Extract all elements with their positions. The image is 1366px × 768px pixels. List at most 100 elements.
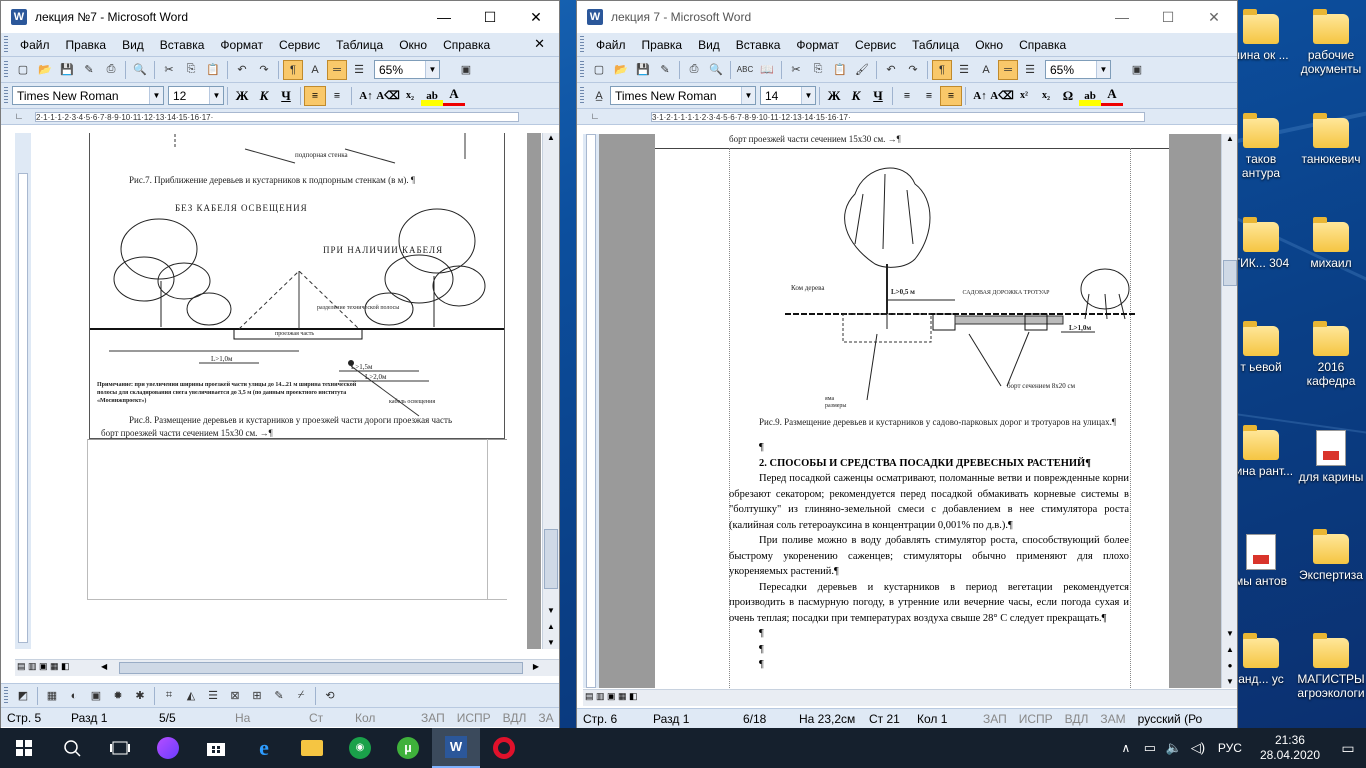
- next-page-icon[interactable]: ▼: [543, 638, 559, 647]
- image-icon[interactable]: ▣: [86, 686, 106, 706]
- file-explorer-icon[interactable]: [288, 728, 336, 768]
- crop-icon[interactable]: ⌗: [159, 686, 179, 706]
- network-icon[interactable]: ▭: [1138, 728, 1162, 768]
- font-color-icon[interactable]: A: [976, 60, 996, 80]
- align-center-icon[interactable]: ≡: [326, 86, 348, 106]
- left-horizontal-ruler[interactable]: ∟ 2·1·1·1·2·3·4·5·6·7·8·9·10·11·12·13·14…: [1, 109, 559, 125]
- word-taskbar-icon[interactable]: W: [432, 728, 480, 768]
- scroll-right-icon[interactable]: ▶: [533, 662, 539, 671]
- scroll-up-icon[interactable]: ▲: [543, 133, 559, 149]
- menu-window[interactable]: Окно: [391, 38, 435, 52]
- desktop-icon-2[interactable]: рабочие документы: [1296, 9, 1366, 76]
- scroll-thumb[interactable]: [1223, 260, 1237, 286]
- desktop-icon-4[interactable]: танюкевич: [1296, 113, 1366, 166]
- reading-mode-icon[interactable]: ▣: [1127, 60, 1147, 80]
- maximize-button[interactable]: ☐: [1145, 1, 1191, 33]
- horizontal-scroll-thumb[interactable]: [119, 662, 523, 674]
- left-title-bar[interactable]: W лекция №7 - Microsoft Word — ☐ ✕: [1, 1, 559, 33]
- right-horizontal-ruler[interactable]: ∟ 3·1·2·1·1·1·1·2·3·4·5·6·7·8·9·10·11·12…: [577, 109, 1237, 125]
- paste-icon[interactable]: 📋: [830, 60, 850, 80]
- redo-icon[interactable]: ↷: [254, 60, 274, 80]
- view-mode-icons[interactable]: ▤ ▥ ▣ ▦ ◧: [17, 661, 70, 672]
- minimize-button[interactable]: —: [1099, 1, 1145, 33]
- status-trk[interactable]: ИСПР: [451, 711, 497, 725]
- tab-stop-icon[interactable]: ∟: [588, 109, 602, 123]
- font-name-combo[interactable]: Times New Roman ▼: [610, 86, 756, 105]
- styles-icon[interactable]: A̲: [589, 86, 609, 106]
- menu-help[interactable]: Справка: [1011, 38, 1074, 52]
- permission-icon[interactable]: ✎: [79, 60, 99, 80]
- right-title-bar[interactable]: W лекция 7 - Microsoft Word — ☐ ✕: [577, 1, 1237, 33]
- toolbar-grip[interactable]: [580, 35, 584, 54]
- open-folder-icon[interactable]: 📂: [35, 60, 55, 80]
- superscript-icon[interactable]: x²: [1013, 86, 1035, 106]
- task-view-icon[interactable]: [96, 728, 144, 768]
- status-ext[interactable]: ВДЛ: [1059, 712, 1095, 726]
- toolbar-grip[interactable]: [580, 60, 584, 79]
- underline-button[interactable]: Ч: [275, 86, 297, 106]
- menu-format[interactable]: Формат: [212, 38, 271, 52]
- keyboard-language[interactable]: РУС: [1210, 741, 1250, 755]
- utorrent-icon[interactable]: µ: [384, 728, 432, 768]
- right-horizontal-scrollbar[interactable]: ▤ ▥ ▣ ▦ ◧: [583, 689, 1237, 706]
- new-document-icon[interactable]: ▢: [589, 60, 609, 80]
- toolbar-grip[interactable]: [4, 686, 8, 705]
- desktop-icon-12[interactable]: Экспертиза: [1296, 529, 1366, 582]
- menu-view[interactable]: Вид: [114, 38, 152, 52]
- clear-format-icon[interactable]: A⌫: [990, 86, 1014, 106]
- copy-icon[interactable]: ⎘: [808, 60, 828, 80]
- line-spacing-icon[interactable]: ☰: [349, 60, 369, 80]
- scroll-up-icon[interactable]: ▲: [1222, 134, 1237, 150]
- left-document-area[interactable]: подпорная стенка Рис.7. Приближение дере…: [33, 133, 541, 649]
- browse-object-icon[interactable]: ●: [1222, 661, 1237, 670]
- align-left-icon[interactable]: ≡: [304, 85, 326, 106]
- new-document-icon[interactable]: ▢: [13, 60, 33, 80]
- menu-edit[interactable]: Правка: [58, 38, 115, 52]
- store-icon[interactable]: [192, 728, 240, 768]
- italic-button[interactable]: К: [845, 86, 867, 106]
- compress-icon[interactable]: ⊠: [225, 686, 245, 706]
- desktop-icon-8[interactable]: 2016 кафедра: [1296, 321, 1366, 388]
- body-text[interactable]: ¶ 2. СПОСОБЫ И СРЕДСТВА ПОСАДКИ ДРЕВЕСНЫ…: [729, 440, 1129, 673]
- menu-format[interactable]: Формат: [788, 38, 847, 52]
- highlight-icon[interactable]: ab: [1079, 85, 1101, 106]
- research-icon[interactable]: 📖: [757, 60, 777, 80]
- diagram-icon[interactable]: ◐: [64, 686, 84, 706]
- left-horizontal-scrollbar[interactable]: ▤ ▥ ▣ ▦ ◧ ◀ ▶: [15, 659, 559, 676]
- show-formatting-icon[interactable]: ¶: [283, 59, 303, 80]
- font-color-button[interactable]: A: [1101, 86, 1123, 106]
- format-painter-icon[interactable]: 🖌: [852, 60, 872, 80]
- menu-insert[interactable]: Вставка: [152, 38, 213, 52]
- close-button[interactable]: ✕: [1191, 1, 1237, 33]
- right-vertical-scrollbar[interactable]: ▲ ▼ ▲ ● ▼: [1221, 134, 1237, 688]
- chevron-up-icon[interactable]: ∧: [1114, 728, 1138, 768]
- cut-icon[interactable]: ✂: [786, 60, 806, 80]
- menu-window[interactable]: Окно: [967, 38, 1011, 52]
- undo-icon[interactable]: ↶: [881, 60, 901, 80]
- chevron-down-icon[interactable]: ▼: [425, 61, 439, 78]
- menu-view[interactable]: Вид: [690, 38, 728, 52]
- toolbar-grip[interactable]: [4, 35, 8, 54]
- chevron-down-icon[interactable]: ▼: [801, 87, 815, 104]
- menu-table[interactable]: Таблица: [328, 38, 391, 52]
- previous-page-icon[interactable]: ▲: [543, 622, 559, 631]
- spelling-icon[interactable]: ABC: [735, 60, 755, 80]
- status-ovr[interactable]: ЗАМ: [1094, 712, 1131, 726]
- desktop-icon-10[interactable]: для карины: [1296, 430, 1366, 484]
- menu-edit[interactable]: Правка: [634, 38, 691, 52]
- align-justify-icon[interactable]: ≡: [940, 85, 962, 106]
- close-button[interactable]: ✕: [513, 1, 559, 33]
- scroll-left-icon[interactable]: ◀: [101, 662, 107, 671]
- toolbar-grip[interactable]: [4, 60, 8, 79]
- left-vertical-scrollbar[interactable]: ▲ ▼ ▲ ▼: [542, 133, 559, 649]
- next-page-icon[interactable]: ▼: [1222, 677, 1237, 686]
- edge-browser-icon[interactable]: e: [240, 728, 288, 768]
- scroll-down-icon[interactable]: ▼: [1222, 629, 1237, 638]
- chart-icon[interactable]: ▦: [42, 686, 62, 706]
- font-name-combo[interactable]: Times New Roman ▼: [12, 86, 164, 105]
- menu-tools[interactable]: Сервис: [847, 38, 904, 52]
- bold-button[interactable]: Ж: [231, 86, 253, 106]
- save-icon[interactable]: 💾: [57, 60, 77, 80]
- copy-icon[interactable]: ⎘: [181, 60, 201, 80]
- print-icon[interactable]: ⎙: [684, 60, 704, 80]
